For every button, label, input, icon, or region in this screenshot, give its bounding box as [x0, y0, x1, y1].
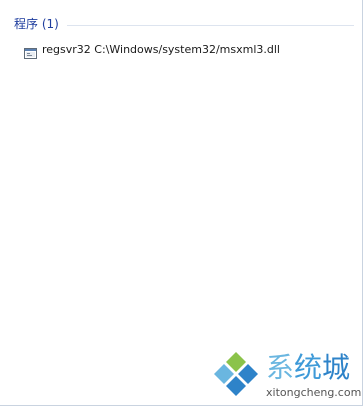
search-result-item-regsvr32[interactable]: regsvr32 C:\Windows/system32/msxml3.dll — [24, 40, 280, 59]
group-header-divider — [66, 24, 354, 26]
watermark-site-domain: xitongcheng.com — [266, 386, 362, 399]
xitongcheng-logo-icon — [210, 350, 262, 402]
programs-group-header: 程序 (1) — [14, 16, 354, 32]
console-window-icon — [24, 44, 37, 59]
search-result-label: regsvr32 C:\Windows/system32/msxml3.dll — [42, 42, 280, 56]
programs-group-title: 程序 (1) — [14, 17, 59, 31]
site-watermark: 系统城 xitongcheng.com — [210, 350, 362, 402]
start-menu-search-results-panel: 程序 (1) regsvr32 C:\Windows/system32/msxm… — [0, 0, 363, 406]
watermark-site-name: 系统城 — [266, 351, 351, 384]
